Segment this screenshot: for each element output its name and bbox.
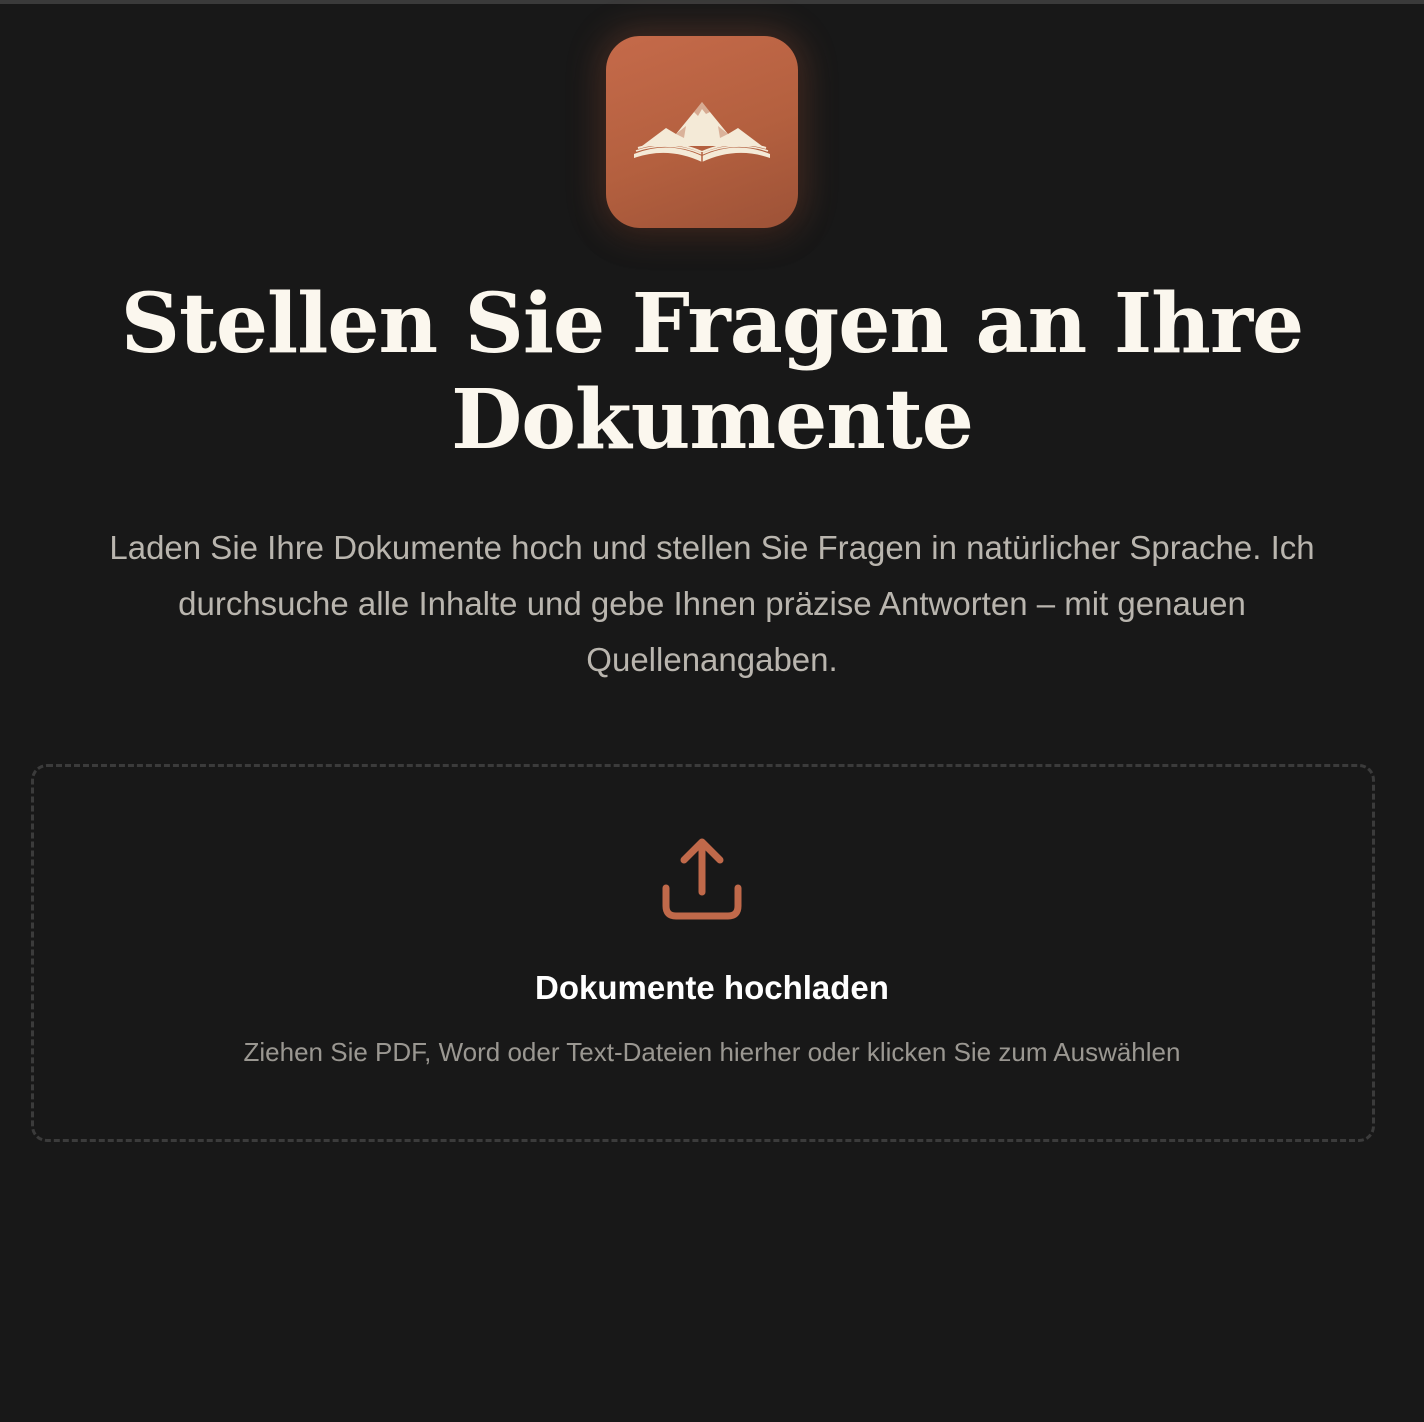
subtitle-line-1: Laden Sie Ihre Dokumente hoch und stelle…	[109, 529, 1315, 566]
app-logo	[606, 36, 798, 228]
book-mountain-icon	[634, 102, 770, 162]
upload-hint: Ziehen Sie PDF, Word oder Text-Dateien h…	[243, 1037, 1181, 1067]
subtitle-line-2: durchsuche alle Inhalte und gebe Ihnen p…	[178, 585, 1246, 622]
subtitle-line-3: Quellenangaben.	[586, 641, 838, 678]
page-title: Stellen Sie Fragen an Ihre Dokumente	[60, 276, 1364, 468]
page-subtitle: Laden Sie Ihre Dokumente hoch und stelle…	[40, 520, 1384, 688]
upload-dropzone[interactable]	[31, 764, 1375, 1142]
window-top-border	[0, 0, 1424, 4]
page-title-line-1: Stellen Sie Fragen an Ihre	[120, 276, 1304, 372]
upload-title: Dokumente hochladen	[535, 969, 889, 1006]
upload-icon	[662, 838, 742, 920]
page-title-line-2: Dokumente	[451, 372, 974, 468]
